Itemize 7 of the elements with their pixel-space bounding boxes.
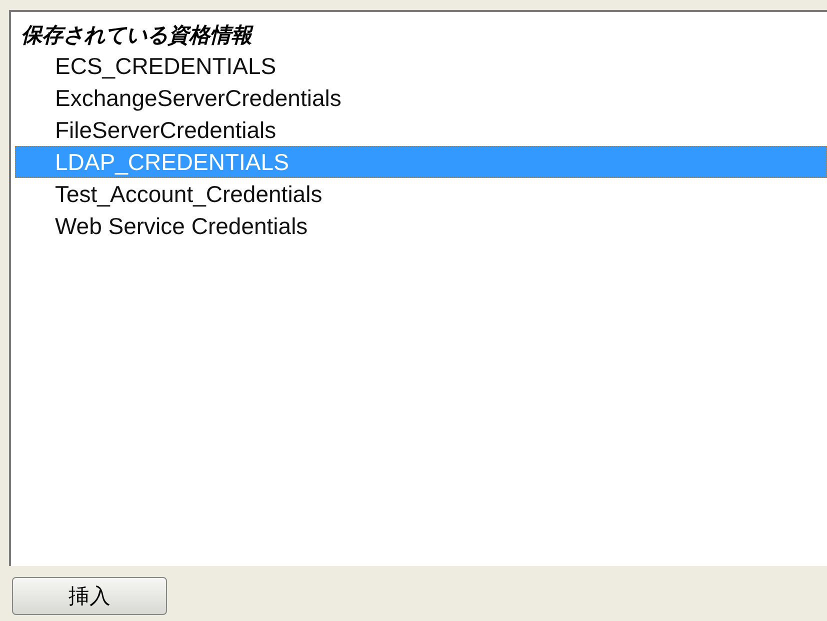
- list-item[interactable]: ECS_CREDENTIALS: [11, 50, 827, 82]
- list-item[interactable]: Web Service Credentials: [11, 210, 827, 242]
- list-item[interactable]: FileServerCredentials: [11, 114, 827, 146]
- list-item[interactable]: Test_Account_Credentials: [11, 178, 827, 210]
- list-item[interactable]: ExchangeServerCredentials: [11, 82, 827, 114]
- list-heading: 保存されている資格情報: [20, 22, 252, 49]
- insert-button[interactable]: 挿入: [12, 576, 167, 614]
